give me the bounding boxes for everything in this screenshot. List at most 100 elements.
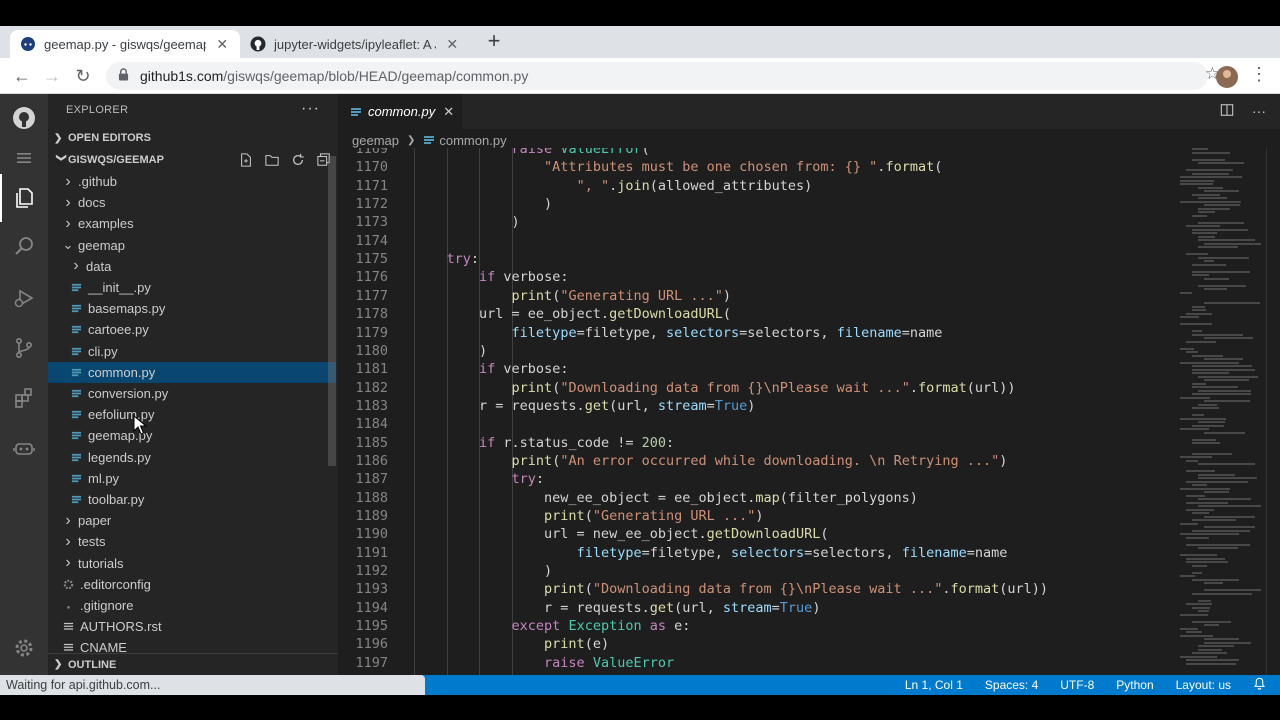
code-token: ) [999,452,1008,469]
minimap-line [1198,645,1234,647]
more-actions-icon[interactable]: ··· [1252,103,1266,120]
workspace-section[interactable]: ❯ GISWQS/GEEMAP [48,149,338,171]
cursor-position[interactable]: Ln 1, Col 1 [905,678,963,692]
language-mode[interactable]: Python [1116,678,1153,692]
code-line: 1180 ) [338,343,1168,361]
explorer-files-icon[interactable] [0,174,48,222]
editor-scrollbar[interactable] [1266,148,1280,675]
code-token: as [649,618,667,635]
minimap-line [1186,225,1221,227]
code-token: ) [812,599,821,616]
tree-item[interactable]: › tests [48,531,336,552]
new-file-icon[interactable] [238,152,254,168]
tree-item[interactable]: toolbar.py [48,489,336,510]
address-bar[interactable]: github1s.com/giswqs/geemap/blob/HEAD/gee… [106,62,1208,90]
browser-tab-2[interactable]: jupyter-widgets/ipyleaflet: A Jupyter ✕ [240,30,470,58]
sidebar-scrollbar[interactable] [328,156,336,466]
browser-tab-1[interactable]: geemap.py - giswqs/geemap ✕ [10,30,240,58]
tree-item[interactable]: cli.py [48,341,336,362]
python-file-icon [70,473,82,484]
tree-item[interactable]: .gitignore [48,595,336,616]
tree-item[interactable]: ml.py [48,468,336,489]
code-token: ( [722,306,732,323]
close-tab-icon[interactable]: ✕ [444,36,460,53]
tree-item[interactable]: › examples [48,213,336,234]
new-tab-button[interactable]: + [482,30,506,54]
avatar[interactable] [1216,66,1238,88]
tree-item[interactable]: AUTHORS.rst [48,616,336,637]
notifications-bell-icon[interactable] [1253,677,1266,693]
minimap-line [1180,522,1198,525]
python-file-icon [70,494,82,505]
tree-item[interactable]: › data [48,256,336,277]
close-icon[interactable]: ✕ [443,104,454,120]
tree-item[interactable]: eefolium.py [48,404,336,425]
tree-item[interactable]: legends.py [48,447,336,468]
chevron-right-icon: › [65,554,71,572]
minimap-line [1180,533,1239,535]
tree-item[interactable]: ⌄ geemap [48,235,336,256]
code-line: 1173 ) [338,214,1168,232]
reload-button[interactable]: ↻ [71,64,95,88]
new-folder-icon[interactable] [264,152,280,168]
line-number: 1191 [355,544,388,561]
forward-button[interactable]: → [40,64,64,88]
extensions-icon[interactable] [0,374,48,422]
indentation-status[interactable]: Spaces: 4 [985,678,1038,692]
minimap-line [1192,529,1250,532]
code-token: ValueError [560,148,642,157]
minimap-line [1192,158,1225,161]
editor-tab-common-py[interactable]: common.py ✕ [338,94,462,129]
minimap-line [1204,288,1227,290]
tree-item[interactable]: common.py [48,361,336,383]
minimap-line [1180,316,1200,318]
breadcrumb-folder[interactable]: geemap [352,133,399,148]
settings-gear-icon[interactable] [0,624,48,672]
code-token: ( [641,148,650,157]
tree-item[interactable]: › paper [48,510,336,531]
tree-item[interactable]: conversion.py [48,383,336,404]
minimap-line [1204,515,1255,518]
minimap-line [1186,470,1215,472]
code-editor[interactable]: 1169 raise ValueError(1170 "Attributes m… [338,148,1168,675]
run-debug-icon[interactable] [0,274,48,322]
code-line: 1191 filetype=filetype, selectors=select… [338,545,1168,563]
minimap-line [1204,641,1251,644]
minimap[interactable] [1174,148,1266,675]
python-file-icon [350,106,362,118]
back-button[interactable]: ← [10,64,34,88]
minimap-line [1180,554,1217,556]
outline-section[interactable]: ❯ OUTLINE [48,653,338,675]
tree-item[interactable]: › .github [48,171,336,192]
tree-item[interactable]: cartoee.py [48,319,336,340]
split-editor-icon[interactable] [1220,103,1234,120]
chevron-right-icon: ❯ [406,134,416,146]
search-icon[interactable] [0,222,48,270]
url-path: /giswqs/geemap/blob/HEAD/geemap/common.p… [223,68,529,84]
open-editors-section[interactable]: ❯ OPEN EDITORS [48,127,338,149]
encoding-status[interactable]: UTF-8 [1060,678,1094,692]
remote-bot-icon[interactable] [0,424,48,472]
code-token: ) [414,214,520,231]
tree-item[interactable]: .editorconfig [48,574,336,595]
code-token: join [617,177,650,194]
code-token: ) [755,508,764,524]
tree-item[interactable]: geemap.py [48,425,336,446]
close-tab-icon[interactable]: ✕ [214,36,230,53]
tree-item[interactable]: › tutorials [48,553,336,574]
source-control-icon[interactable] [0,324,48,372]
keyboard-layout[interactable]: Layout: us [1176,678,1231,692]
status-right-items: Ln 1, Col 1 Spaces: 4 UTF-8 Python Layou… [905,675,1266,695]
tree-item[interactable]: basemaps.py [48,298,336,319]
tree-item[interactable]: __init__.py [48,277,336,298]
more-actions-icon[interactable]: ··· [301,100,320,118]
breadcrumb-file[interactable]: common.py [439,133,506,148]
browser-menu-icon[interactable]: ⋮ [1250,64,1268,85]
line-number: 1178 [355,306,388,323]
tree-item[interactable]: › docs [48,192,336,213]
refresh-icon[interactable] [290,152,306,168]
code-token: selectors [731,544,805,561]
tree-item-label: data [86,258,112,274]
